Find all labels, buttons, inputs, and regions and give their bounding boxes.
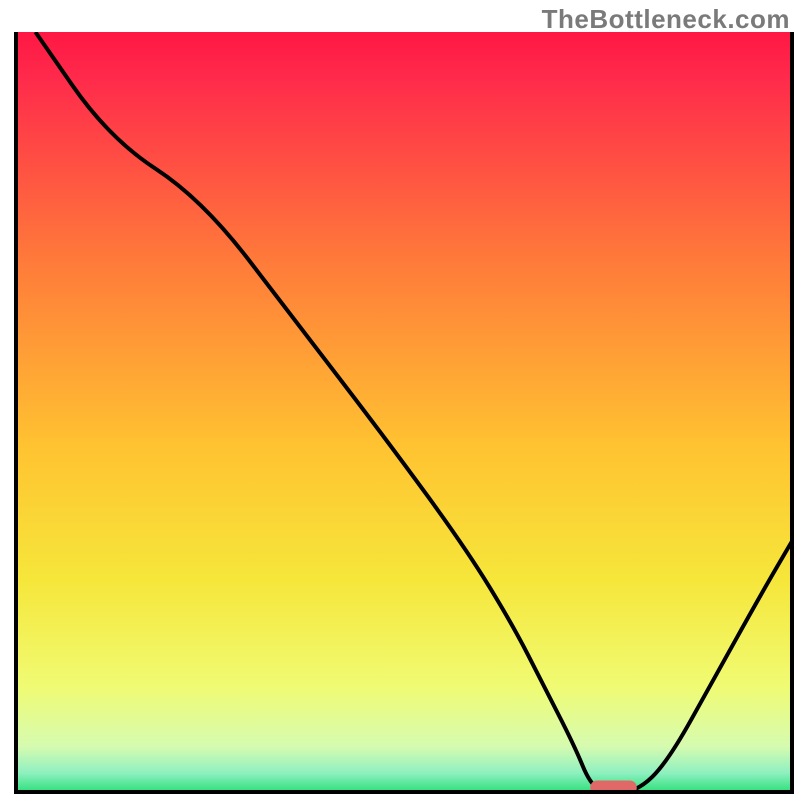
gradient-background [16, 32, 792, 792]
chart-stage: TheBottleneck.com [0, 0, 800, 800]
bottleneck-chart [0, 0, 800, 800]
